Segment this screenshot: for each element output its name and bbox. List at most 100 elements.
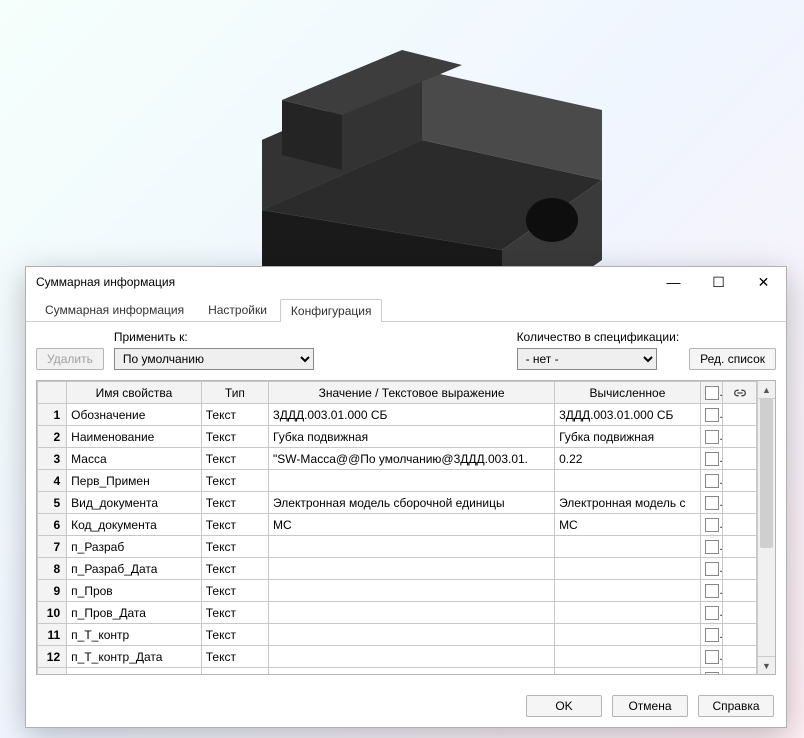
col-header-link[interactable] [723,382,757,404]
cell-link[interactable] [723,536,757,558]
cell-check[interactable] [700,646,722,668]
col-header-check[interactable] [700,382,722,404]
table-row[interactable]: 8п_Разраб_ДатаТекст [38,558,757,580]
scroll-down-icon[interactable]: ▼ [758,656,775,674]
cell-check[interactable] [700,580,722,602]
cell-type[interactable]: Текст [201,448,268,470]
col-header-value[interactable]: Значение / Текстовое выражение [269,382,555,404]
cell-type[interactable]: Текст [201,668,268,675]
edit-list-button[interactable]: Ред. список [689,348,776,370]
cell-type[interactable]: Текст [201,624,268,646]
cell-value[interactable] [269,580,555,602]
tab-summary[interactable]: Суммарная информация [34,298,195,321]
cell-type[interactable]: Текст [201,426,268,448]
maximize-button[interactable]: ☐ [696,267,741,297]
spec-quantity-select[interactable]: - нет - [517,348,657,370]
cell-value[interactable] [269,646,555,668]
cell-value[interactable] [269,470,555,492]
cell-type[interactable]: Текст [201,580,268,602]
help-button[interactable]: Справка [698,695,774,717]
tab-settings[interactable]: Настройки [197,298,278,321]
cell-name[interactable]: Перв_Примен [67,470,202,492]
cell-value[interactable]: 3ДДД.003.01.000 СБ [269,404,555,426]
delete-button[interactable]: Удалить [36,348,104,370]
scroll-thumb[interactable] [760,398,773,548]
apply-to-select[interactable]: По умолчанию [114,348,314,370]
table-row[interactable]: 1ОбозначениеТекст3ДДД.003.01.000 СБ3ДДД.… [38,404,757,426]
cell-value[interactable] [269,558,555,580]
cell-check[interactable] [700,404,722,426]
cell-check[interactable] [700,448,722,470]
cell-type[interactable]: Текст [201,558,268,580]
viewport-3d[interactable]: Суммарная информация — ☐ ✕ Суммарная инф… [0,0,804,738]
cell-name[interactable]: п_Пров_Дата [67,602,202,624]
cell-type[interactable]: Текст [201,536,268,558]
cell-check[interactable] [700,536,722,558]
cell-check[interactable] [700,668,722,675]
cell-value[interactable]: Электронная модель сборочной единицы [269,492,555,514]
cell-name[interactable]: п_Доп_графа [67,668,202,675]
col-header-rownum[interactable] [38,382,67,404]
titlebar[interactable]: Суммарная информация — ☐ ✕ [26,267,786,297]
cell-link[interactable] [723,558,757,580]
cell-name[interactable]: Наименование [67,426,202,448]
cell-name[interactable]: п_Разраб_Дата [67,558,202,580]
cell-type[interactable]: Текст [201,492,268,514]
minimize-button[interactable]: — [651,267,696,297]
table-row[interactable]: 5Вид_документаТекстЭлектронная модель сб… [38,492,757,514]
cell-link[interactable] [723,602,757,624]
cell-check[interactable] [700,624,722,646]
cell-link[interactable] [723,404,757,426]
cell-value[interactable]: "SW-Масса@@По умолчанию@3ДДД.003.01. [269,448,555,470]
cell-check[interactable] [700,492,722,514]
cell-name[interactable]: Вид_документа [67,492,202,514]
cell-name[interactable]: п_Т_контр_Дата [67,646,202,668]
cell-check[interactable] [700,426,722,448]
cell-name[interactable]: Код_документа [67,514,202,536]
scroll-up-icon[interactable]: ▲ [758,381,775,399]
table-row[interactable]: 10п_Пров_ДатаТекст [38,602,757,624]
cell-value[interactable] [269,602,555,624]
cell-link[interactable] [723,646,757,668]
table-row[interactable]: 12п_Т_контр_ДатаТекст [38,646,757,668]
cell-name[interactable]: п_Т_контр [67,624,202,646]
cell-value[interactable] [269,536,555,558]
col-header-type[interactable]: Тип [201,382,268,404]
cell-link[interactable] [723,668,757,675]
cell-check[interactable] [700,602,722,624]
cell-value[interactable]: МС [269,514,555,536]
table-row[interactable]: 11п_Т_контрТекст [38,624,757,646]
grid-vscrollbar[interactable]: ▲ ▼ [757,381,775,674]
table-row[interactable]: 13п_Доп_графаТекст [38,668,757,675]
cancel-button[interactable]: Отмена [612,695,688,717]
cell-link[interactable] [723,448,757,470]
table-row[interactable]: 3МассаТекст"SW-Масса@@По умолчанию@3ДДД.… [38,448,757,470]
cell-type[interactable]: Текст [201,470,268,492]
table-row[interactable]: 6Код_документаТекстМСМС [38,514,757,536]
table-row[interactable]: 4Перв_ПрименТекст [38,470,757,492]
cell-type[interactable]: Текст [201,514,268,536]
cell-name[interactable]: п_Пров [67,580,202,602]
cell-name[interactable]: Обозначение [67,404,202,426]
table-row[interactable]: 9п_ПровТекст [38,580,757,602]
cell-name[interactable]: Масса [67,448,202,470]
cell-check[interactable] [700,514,722,536]
cell-check[interactable] [700,558,722,580]
cell-name[interactable]: п_Разраб [67,536,202,558]
ok-button[interactable]: OK [526,695,602,717]
cell-link[interactable] [723,426,757,448]
cell-type[interactable]: Текст [201,404,268,426]
cell-value[interactable] [269,668,555,675]
cell-link[interactable] [723,624,757,646]
col-header-output[interactable]: Вычисленное [555,382,701,404]
table-row[interactable]: 7п_РазрабТекст [38,536,757,558]
table-row[interactable]: 2НаименованиеТекстГубка подвижнаяГубка п… [38,426,757,448]
close-button[interactable]: ✕ [741,267,786,297]
cell-link[interactable] [723,492,757,514]
cell-value[interactable]: Губка подвижная [269,426,555,448]
cell-value[interactable] [269,624,555,646]
cell-type[interactable]: Текст [201,602,268,624]
cell-link[interactable] [723,580,757,602]
tab-configuration[interactable]: Конфигурация [280,299,383,322]
cell-link[interactable] [723,514,757,536]
